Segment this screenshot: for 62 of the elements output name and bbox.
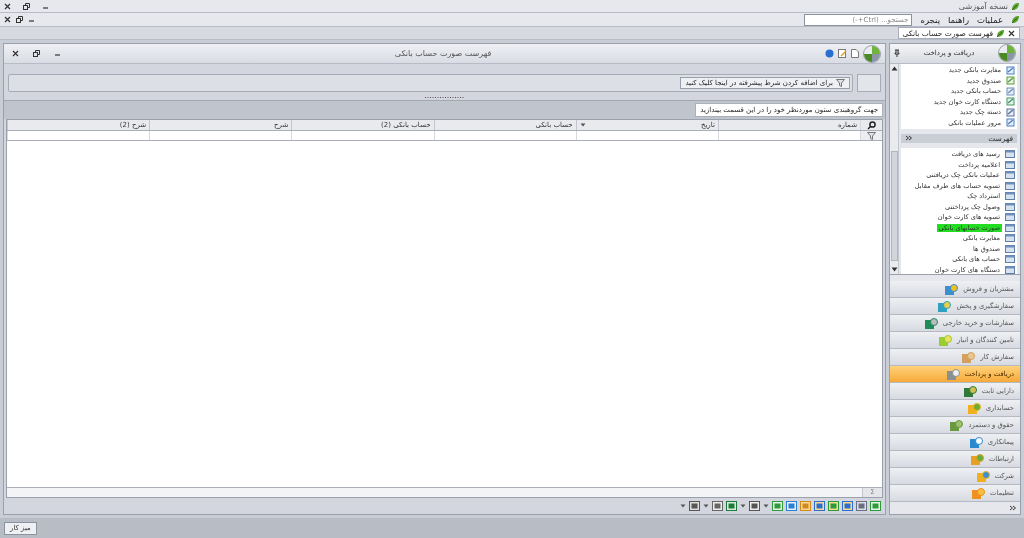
list-item-icon: [1005, 160, 1015, 169]
task-icon: [1006, 86, 1015, 96]
caret-icon[interactable]: [579, 123, 586, 127]
logo-icon: [1011, 1, 1020, 11]
module-icon: [938, 333, 952, 347]
app-menu-icon: [1011, 15, 1020, 24]
module-icon: [949, 418, 964, 432]
app-title: نسخه آموزشی: [958, 1, 1008, 11]
restore-icon[interactable]: [23, 2, 30, 10]
restore-icon[interactable]: [16, 16, 23, 23]
close-icon[interactable]: [12, 50, 19, 57]
caret-icon[interactable]: [763, 504, 769, 508]
collapse-icon[interactable]: [905, 135, 912, 142]
edit-icon[interactable]: [838, 49, 847, 58]
list-item-icon: [1005, 223, 1015, 232]
module-icon: [923, 316, 938, 330]
list-item-icon: [1005, 202, 1015, 211]
list-item-icon: [1005, 265, 1015, 274]
task-icon: [1006, 76, 1015, 85]
filter-toggle[interactable]: [857, 74, 881, 92]
list-item-icon: [1005, 255, 1015, 263]
scrollbar[interactable]: [890, 63, 899, 274]
module-icon: [975, 469, 990, 483]
tab-logo-icon: [996, 28, 1005, 38]
list-item-icon: [1005, 234, 1015, 242]
close-icon[interactable]: [4, 16, 11, 23]
task-icon: [1006, 97, 1015, 106]
module-icon: [971, 486, 986, 500]
close-icon[interactable]: [1008, 29, 1015, 37]
restore-icon[interactable]: [33, 50, 40, 57]
close-icon[interactable]: [4, 2, 11, 10]
splitter-grip[interactable]: [424, 95, 465, 99]
window-title: فهرست صورت حساب بانکی: [394, 49, 492, 58]
module-icon: [966, 401, 981, 415]
task-icon: [1006, 107, 1015, 117]
scroll-down-icon[interactable]: [890, 267, 898, 272]
more-modules-icon[interactable]: [1009, 505, 1016, 511]
task-icon: [1006, 118, 1015, 127]
module-icon: [968, 435, 983, 449]
task-icon: [1006, 65, 1015, 75]
list-item-icon: [1005, 244, 1015, 253]
list-item-icon: [1005, 213, 1015, 221]
module-icon: [944, 282, 959, 296]
module-icon: [961, 350, 976, 364]
module-icon: [969, 452, 984, 466]
module-icon: [937, 299, 952, 313]
menu-item[interactable]: عملیات: [977, 14, 1003, 25]
list-item-icon: [1005, 192, 1015, 200]
list-item-icon: [1005, 181, 1015, 190]
caret-icon[interactable]: [703, 504, 709, 508]
module-icon: [962, 384, 977, 398]
pin-icon[interactable]: [894, 49, 900, 58]
list-item-icon: [1005, 171, 1015, 179]
search-icon[interactable]: [867, 120, 876, 130]
new-document-icon[interactable]: [851, 49, 859, 58]
funnel-icon[interactable]: [836, 79, 845, 87]
list-item-icon: [1005, 150, 1015, 158]
caret-icon[interactable]: [680, 504, 686, 508]
caret-icon[interactable]: [740, 504, 746, 508]
menu-item[interactable]: راهنما: [948, 14, 970, 25]
menu-item[interactable]: پنجره: [920, 14, 940, 25]
module-icon: [945, 367, 960, 381]
